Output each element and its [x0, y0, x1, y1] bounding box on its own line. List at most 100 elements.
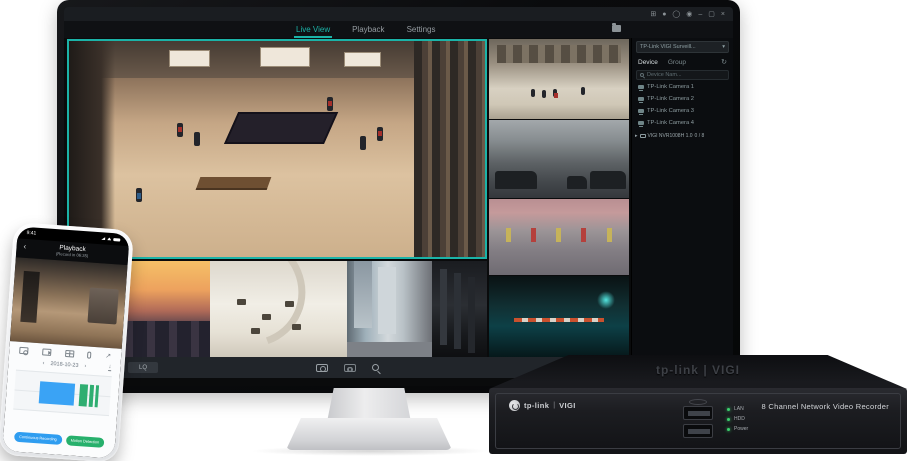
layout-grid-icon[interactable]: ⊞	[650, 11, 656, 18]
audio-icon[interactable]	[87, 351, 92, 359]
panel-tabs: Device Group ↻	[632, 53, 733, 69]
device-search-placeholder: Device Nam...	[647, 72, 682, 78]
camera-name: TP-Link Camera 2	[647, 96, 695, 102]
brand-name: tp-link	[524, 401, 550, 410]
brand-model: VIGI	[559, 401, 576, 410]
screen-mode-icon[interactable]: ●	[662, 11, 666, 18]
phone-playback-controls: ↗ ‹ 2018-10-23 › ↓ Continuous Recording	[2, 341, 122, 459]
monitor-stand-base	[286, 418, 452, 450]
share-icon[interactable]: ↗	[105, 353, 111, 360]
feed-parking-garage[interactable]	[489, 199, 629, 275]
date-prev-icon[interactable]: ‹	[42, 360, 44, 366]
pillar	[556, 227, 562, 242]
camera-icon	[638, 85, 644, 91]
display-case	[260, 47, 311, 67]
tab-live-view[interactable]: Live View	[293, 25, 333, 38]
nvr-product-label: 8 Channel Network Video Recorder	[761, 402, 889, 411]
usb-port-1[interactable]	[683, 406, 713, 420]
signal-icon	[101, 237, 105, 240]
feed-dark-storefront[interactable]	[432, 261, 487, 357]
panel-tab-group[interactable]: Group	[668, 59, 686, 66]
feed-city-street[interactable]	[347, 261, 432, 357]
digital-zoom-icon[interactable]	[372, 364, 379, 371]
camera-icon	[638, 109, 644, 115]
record-icon[interactable]	[41, 348, 52, 356]
exhibit-right-cases	[414, 41, 485, 257]
folder-icon[interactable]	[612, 23, 621, 32]
stream-quality-button[interactable]: LQ	[128, 362, 158, 373]
camera-list-item[interactable]: TP-Link Camera 3	[632, 105, 733, 117]
usb-logo-icon	[689, 399, 707, 405]
visitor	[376, 127, 383, 142]
nvr-top-logo: tp-link | VIGI	[655, 363, 741, 377]
minimize-button[interactable]: –	[698, 11, 702, 18]
usb-tongue	[688, 411, 710, 416]
nvr-channel-count: 0 / 8	[694, 133, 705, 139]
usb-ports	[683, 399, 713, 442]
nvr-front-panel: tp-link | VIGI 8 Channel Network Video R…	[489, 388, 907, 454]
motion-detection-legend[interactable]: Motion Detection	[65, 435, 105, 448]
visitor	[581, 87, 586, 95]
status-icons	[101, 237, 121, 242]
feed-museum-hall[interactable]	[489, 39, 629, 119]
tp-link-logo-icon	[509, 400, 520, 411]
usb-port-2[interactable]	[683, 424, 713, 438]
nvr-name: VIGI NVR1008H 1.0	[647, 133, 693, 139]
visitor	[531, 88, 535, 97]
led-label: LAN	[734, 406, 744, 412]
usb-tongue	[688, 429, 710, 434]
refresh-icon[interactable]: ↻	[721, 58, 727, 66]
record-icon[interactable]	[344, 363, 356, 372]
camera-list-item[interactable]: TP-Link Camera 1	[632, 81, 733, 93]
display-case	[168, 49, 211, 67]
vigi-client-window: ⊞ ● ◯ ◉ – ▢ × Live View Playback Setting…	[64, 7, 733, 386]
timeline-legend: Continuous Recording Motion Detection	[3, 431, 115, 449]
feed-warehouse-garage[interactable]	[489, 120, 629, 198]
feed-museum-exhibit-selected[interactable]	[67, 39, 487, 259]
brand-divider: |	[553, 402, 556, 409]
device-search-input[interactable]: Device Nam...	[636, 70, 729, 80]
nvr-list-item[interactable]: ▸ VIGI NVR1008H 1.0 0 / 8	[632, 129, 733, 143]
led-label: Power	[734, 426, 749, 432]
close-button[interactable]: ×	[721, 11, 725, 18]
video-grid: › LQ	[64, 38, 631, 386]
feed-garage-entrance[interactable]	[489, 276, 629, 357]
playback-date[interactable]: 2018-10-23	[50, 361, 78, 369]
search-icon	[640, 73, 644, 77]
display-case	[343, 51, 381, 67]
exhibit-table	[285, 301, 295, 308]
camera-list-item[interactable]: TP-Link Camera 4	[632, 117, 733, 129]
parked-car	[494, 171, 537, 189]
multi-view-icon[interactable]	[64, 349, 75, 358]
download-icon[interactable]: ↓	[108, 364, 112, 372]
light-glow	[597, 290, 615, 309]
phone-video-room-feed[interactable]	[9, 257, 128, 349]
exhibit-table	[262, 313, 272, 320]
chevron-down-icon: ▾	[722, 44, 725, 50]
panel-tab-device[interactable]: Device	[638, 59, 658, 66]
recording-timeline[interactable]	[13, 369, 112, 417]
nvr-icon	[639, 134, 646, 138]
restore-button[interactable]: ▢	[708, 11, 715, 18]
continuous-recording-bar	[38, 381, 75, 406]
camera-list-item[interactable]: TP-Link Camera 2	[632, 93, 733, 105]
site-dropdown[interactable]: TP-Link VIGI Surveill... ▾	[636, 41, 729, 53]
display-mode-icon[interactable]: ◯	[672, 11, 680, 18]
continuous-recording-legend[interactable]: Continuous Recording	[13, 431, 63, 445]
tab-settings[interactable]: Settings	[407, 25, 436, 34]
snapshot-icon[interactable]	[316, 363, 328, 372]
sarcophagus-case	[224, 112, 339, 145]
barrier-gate	[514, 318, 604, 323]
wooden-bench	[195, 177, 272, 191]
visitor	[542, 90, 547, 99]
nvr-status-leds: LAN HDD Power	[727, 406, 748, 432]
camera-icon	[638, 97, 644, 103]
info-icon[interactable]: ◉	[686, 11, 692, 18]
feed-museum-atrium[interactable]	[210, 261, 347, 357]
parked-car	[589, 171, 627, 189]
snapshot-icon[interactable]	[19, 346, 29, 355]
back-arrow-icon[interactable]: ‹	[23, 242, 26, 251]
date-next-icon[interactable]: ›	[84, 363, 86, 369]
tab-playback[interactable]: Playback	[352, 25, 384, 34]
camera-icon	[638, 121, 644, 127]
